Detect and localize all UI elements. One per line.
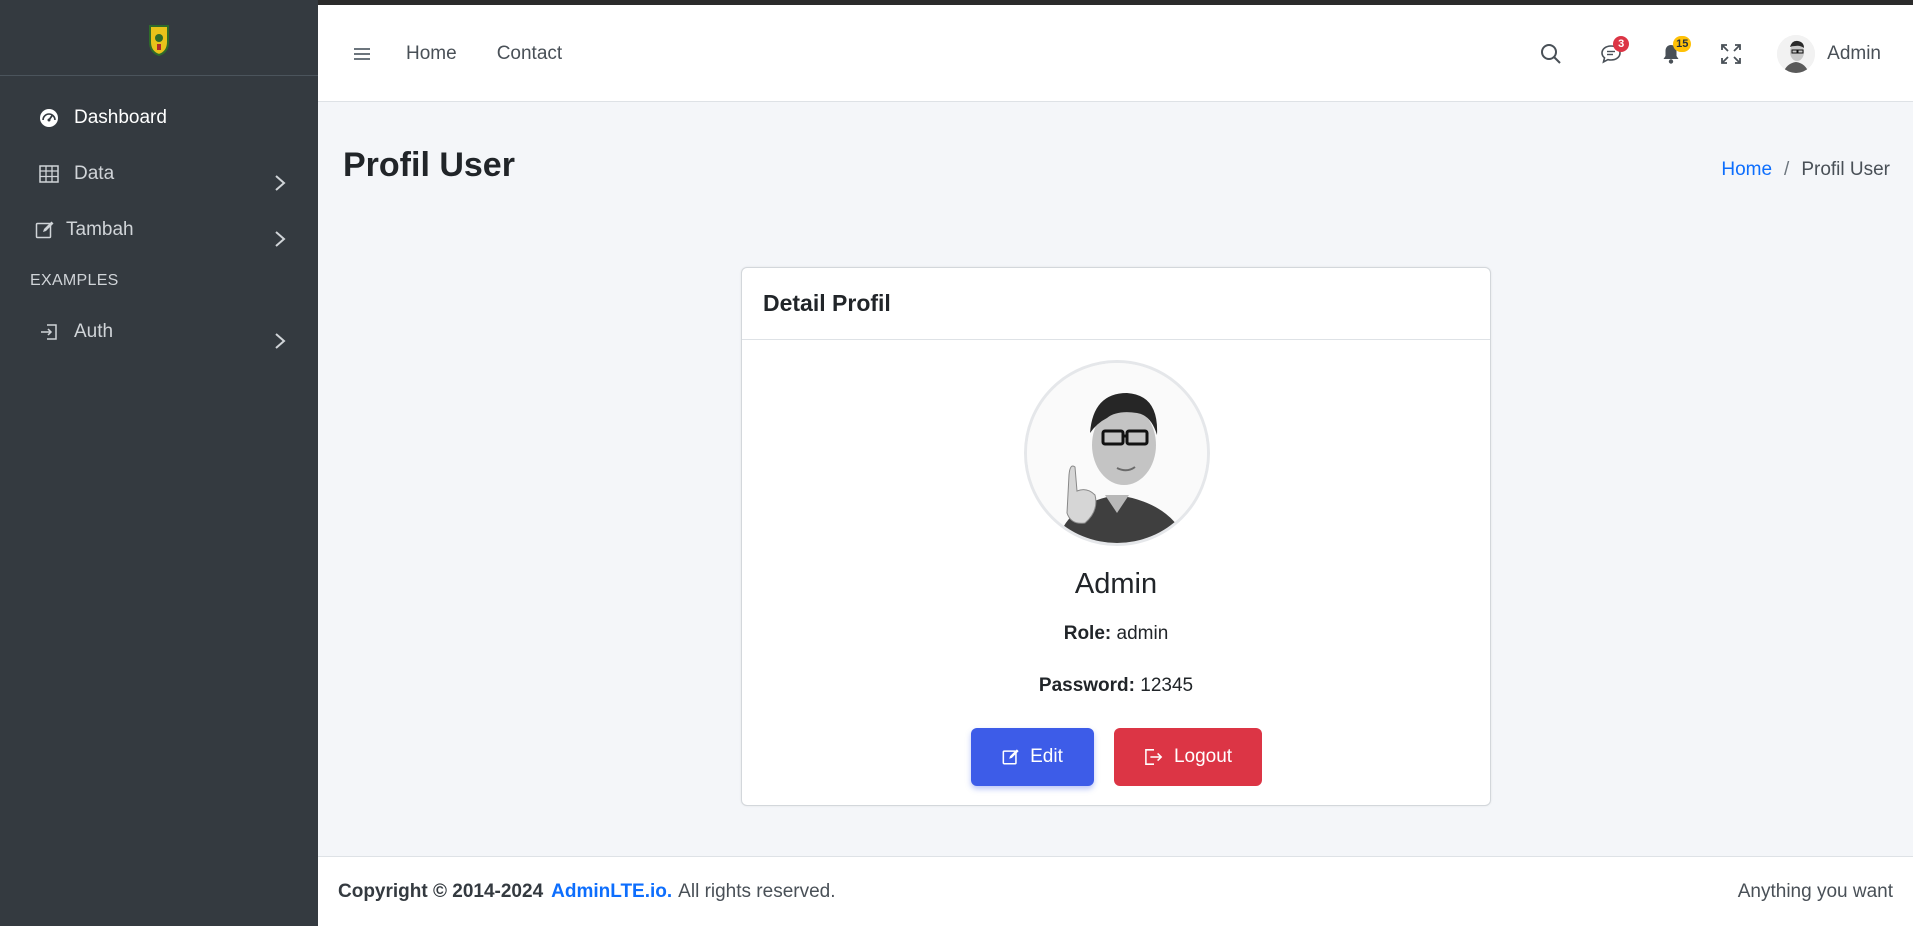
- sidebar-item-label: Dashboard: [74, 107, 167, 128]
- profile-avatar: [1024, 360, 1210, 546]
- breadcrumb-home-link[interactable]: Home: [1721, 159, 1772, 181]
- pencil-square-icon: [34, 219, 56, 241]
- sidebar-item-auth[interactable]: Auth: [0, 304, 318, 360]
- menu-toggle-icon[interactable]: [354, 47, 370, 60]
- chevron-right-icon: [275, 231, 286, 247]
- user-menu[interactable]: Admin: [1777, 34, 1881, 73]
- nav-link-contact[interactable]: Contact: [497, 43, 562, 65]
- nav-link-home[interactable]: Home: [406, 43, 457, 65]
- notifications-button[interactable]: 15: [1657, 35, 1692, 68]
- sidebar-nav: Dashboard Data Tambah EXAMPLES Auth: [0, 76, 318, 360]
- edit-button-label: Edit: [1030, 746, 1063, 767]
- password-value: 12345: [1140, 675, 1194, 696]
- sidebar-item-data[interactable]: Data: [0, 146, 318, 202]
- fullscreen-icon[interactable]: [1717, 40, 1745, 68]
- footer: Copyright © 2014-2024 AdminLTE.io. All r…: [318, 856, 1913, 926]
- breadcrumb-separator: /: [1784, 159, 1790, 180]
- user-name: Admin: [1827, 42, 1881, 64]
- role-line: Role: admin: [742, 623, 1490, 645]
- logout-button[interactable]: Logout: [1114, 728, 1262, 786]
- breadcrumb: Home / Profil User: [1721, 159, 1890, 181]
- crest-logo-icon: [149, 24, 169, 56]
- box-arrow-in-right-icon: [38, 321, 60, 343]
- role-value: admin: [1116, 623, 1169, 644]
- copyright-text: Copyright © 2014-2024: [338, 881, 544, 902]
- sidebar-item-tambah[interactable]: Tambah: [0, 202, 318, 258]
- profile-name: Admin: [1074, 568, 1158, 600]
- page-title: Profil User: [343, 146, 515, 184]
- edit-button[interactable]: Edit: [971, 728, 1094, 786]
- rights-text: All rights reserved.: [678, 881, 836, 902]
- card-title: Detail Profil: [763, 290, 891, 316]
- chevron-right-icon: [275, 175, 286, 191]
- chevron-right-icon: [275, 333, 286, 349]
- logout-button-label: Logout: [1173, 746, 1233, 767]
- speedometer-icon: [38, 107, 60, 129]
- sidebar-brand[interactable]: [0, 0, 318, 76]
- notifications-badge: 15: [1673, 35, 1692, 52]
- sidebar-item-label: Tambah: [66, 219, 134, 240]
- avatar: [1777, 34, 1816, 73]
- footer-copyright: Copyright © 2014-2024 AdminLTE.io. All r…: [338, 881, 836, 903]
- footer-right-text: Anything you want: [1737, 881, 1893, 902]
- breadcrumb-current: Profil User: [1801, 159, 1890, 180]
- sidebar-item-label: Data: [74, 163, 115, 184]
- role-label: Role:: [1063, 623, 1112, 644]
- pencil-square-icon: [1002, 748, 1020, 766]
- search-icon[interactable]: [1537, 40, 1565, 68]
- sidebar: Dashboard Data Tambah EXAMPLES Auth: [0, 0, 318, 926]
- footer-brand-link[interactable]: AdminLTE.io.: [551, 881, 672, 903]
- password-line: Password: 12345: [742, 675, 1490, 697]
- box-arrow-right-icon: [1144, 748, 1164, 766]
- messages-badge: 3: [1613, 35, 1630, 52]
- table-icon: [38, 163, 60, 185]
- sidebar-section-header: EXAMPLES: [30, 272, 119, 289]
- card-header: Detail Profil: [742, 268, 1490, 340]
- top-navbar: Home Contact 3 15 Admin: [318, 5, 1913, 102]
- messages-button[interactable]: 3: [1597, 35, 1630, 68]
- profile-card: Detail Profil Admin Role: admin Password…: [741, 267, 1491, 806]
- password-label: Password:: [1038, 675, 1135, 696]
- sidebar-item-dashboard[interactable]: Dashboard: [0, 90, 318, 146]
- sidebar-item-label: Auth: [74, 321, 114, 342]
